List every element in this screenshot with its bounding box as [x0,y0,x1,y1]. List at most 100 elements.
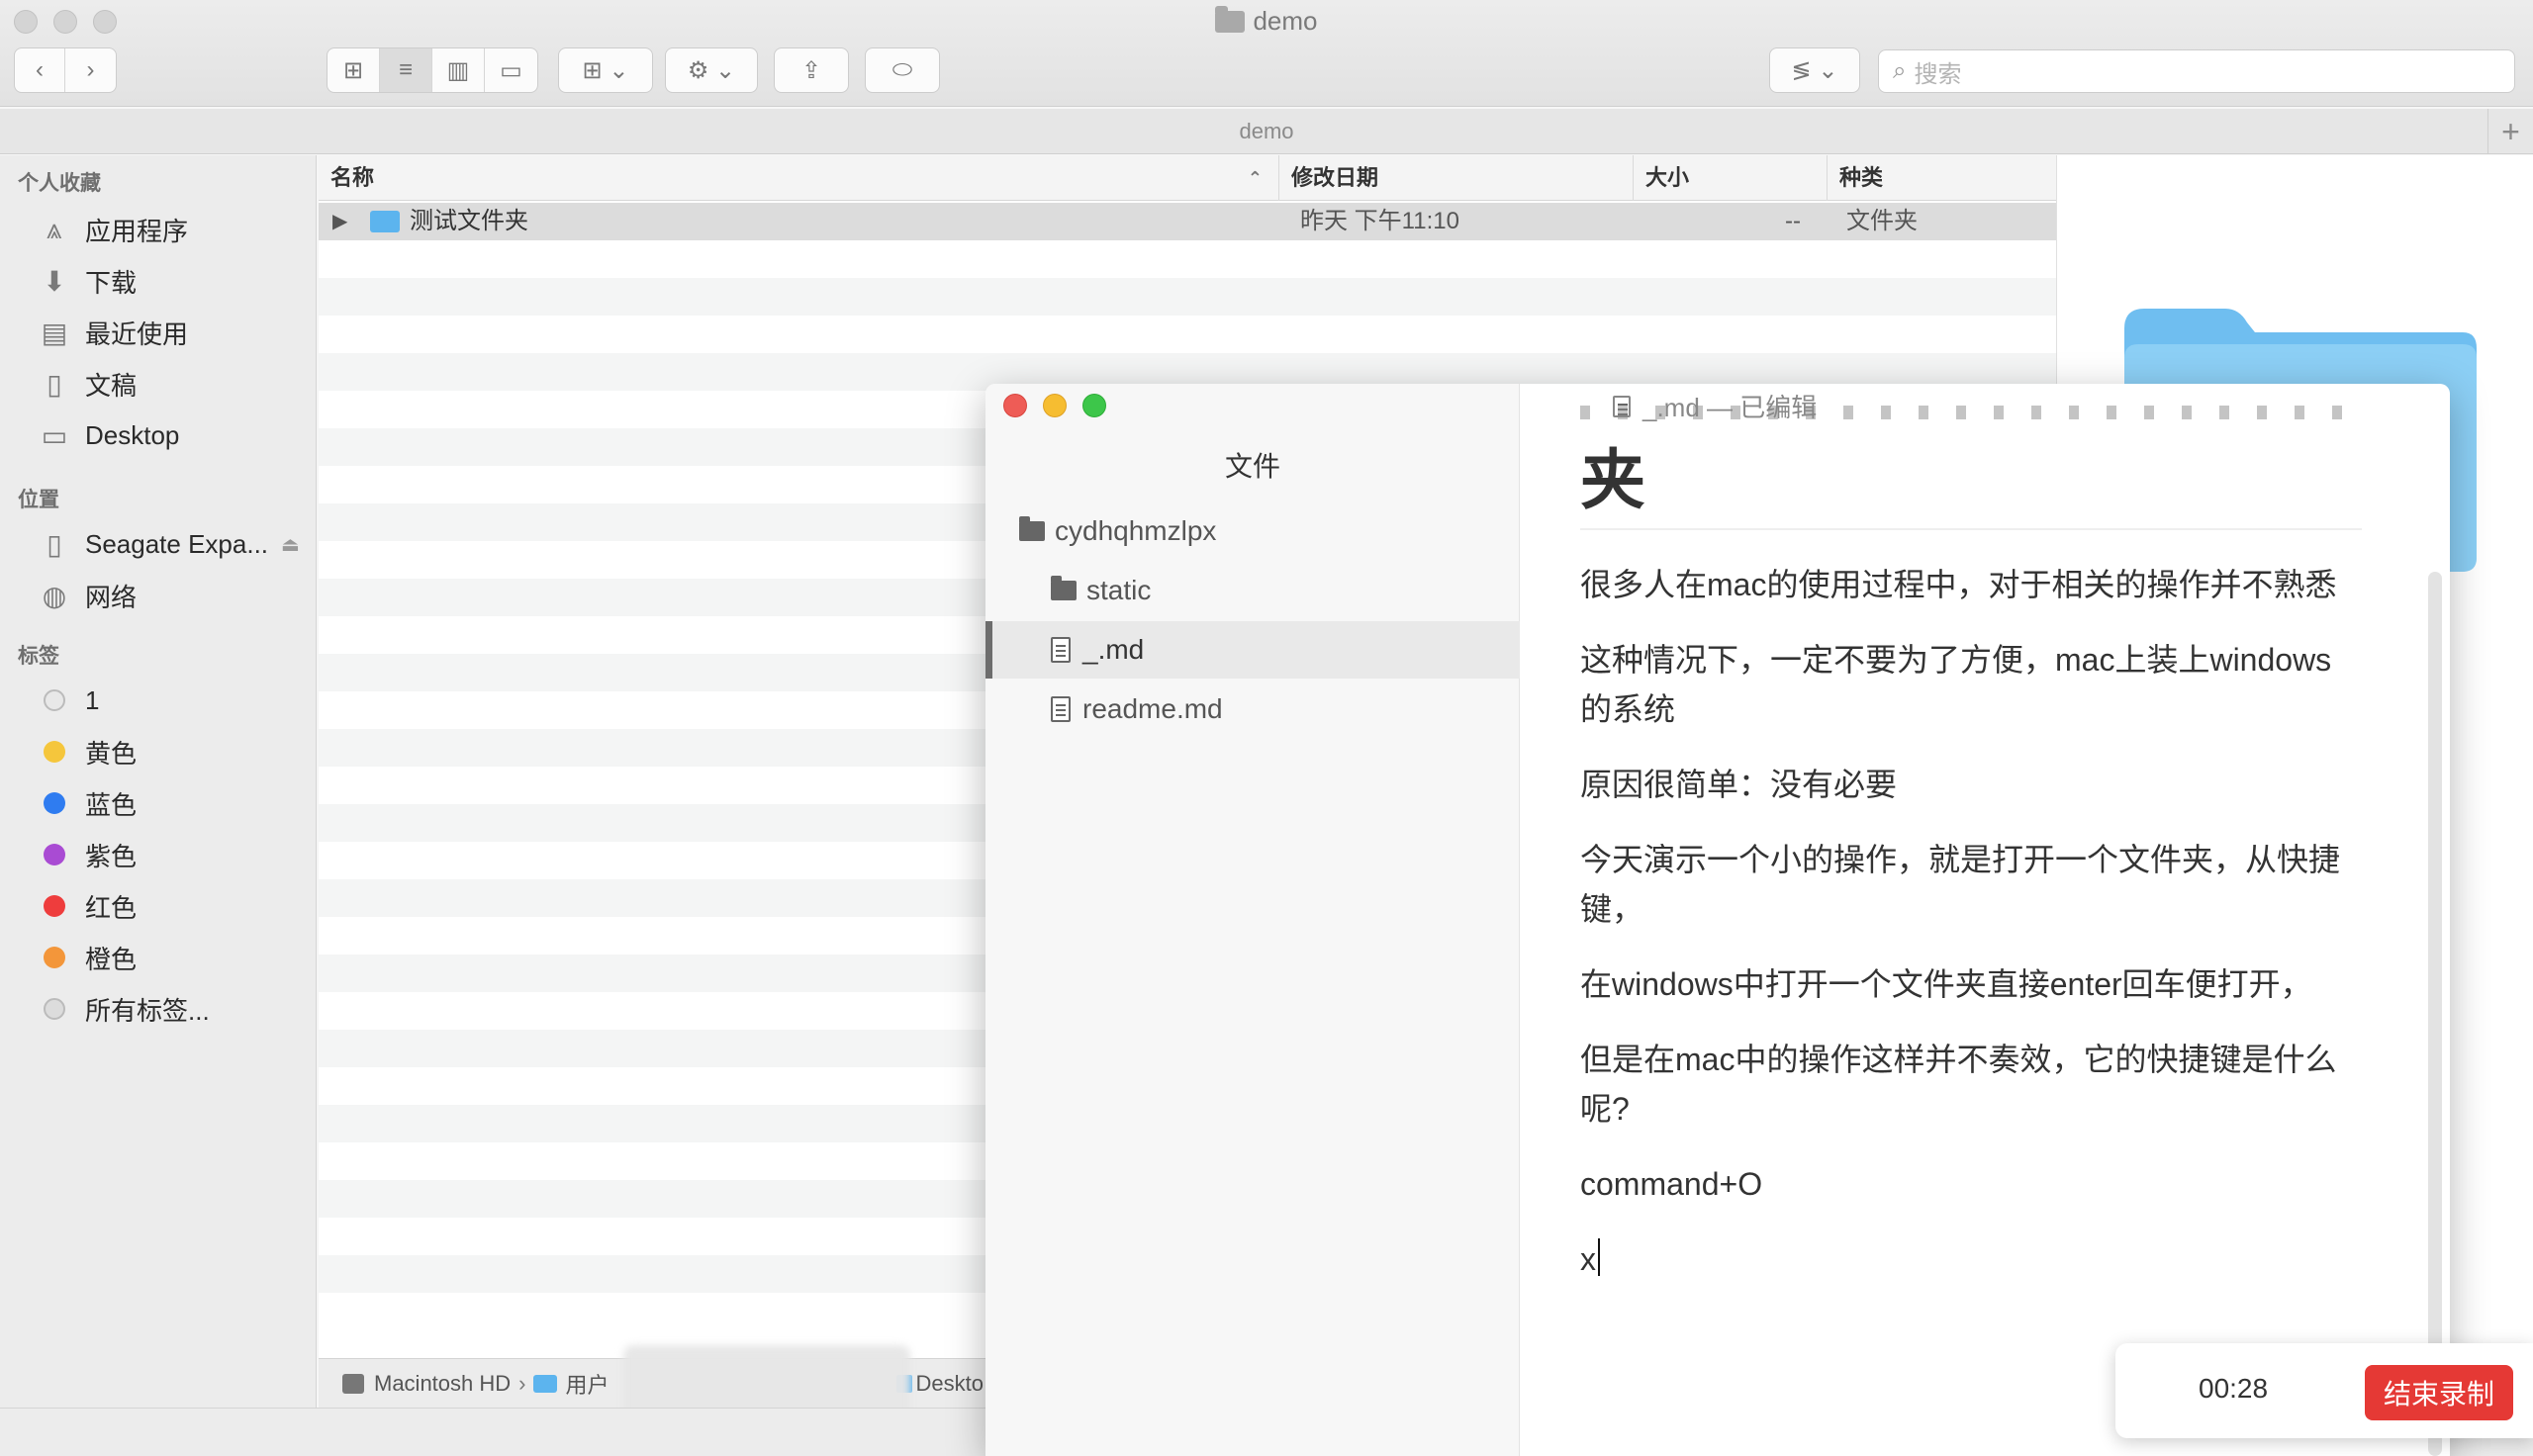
heading-overflow [1580,406,2362,419]
action-button[interactable]: ⚙ ⌄ [665,47,758,93]
heading-1[interactable]: 夹 [1580,406,2362,530]
column-header-kind[interactable]: 种类 [1827,155,2056,201]
folder-icon [1215,6,1246,33]
sidebar-item-desktop[interactable]: ▭ Desktop [0,412,317,458]
path-users[interactable]: 用户 [565,1368,609,1400]
path-disk[interactable]: Macintosh HD [374,1371,511,1397]
tags-header: 标签 [18,645,59,668]
sort-ascending-icon: ⌃ [1247,168,1263,188]
typora-window: 文件 cydhqhmzlpx static _.md readme.md _.m… [985,384,2450,1456]
new-tab-button[interactable]: + [2487,109,2533,154]
paragraph[interactable]: 这种情况下，一定不要为了方便，mac上装上windows的系统 [1580,635,2362,734]
tag-button[interactable]: ⬭ [865,47,940,93]
sidebar-item-seagate[interactable]: ▯ Seagate Expa... ⏏ [0,521,317,567]
tag-dot-icon [44,895,65,917]
minimize-button[interactable] [1043,394,1067,417]
document-icon [1051,637,1071,663]
paragraph-current[interactable]: x [1580,1234,2362,1284]
desktop-icon: ▭ [41,419,68,451]
group-button[interactable]: ⊞ ⌄ [558,47,653,93]
file-size: -- [1785,208,1801,234]
paragraph[interactable]: 但是在mac中的操作这样并不奏效，它的快捷键是什么呢? [1580,1035,2362,1134]
paragraph[interactable]: 很多人在mac的使用过程中，对于相关的操作并不熟悉 [1580,560,2362,609]
window-title: demo [0,6,2533,37]
sidebar-item-network[interactable]: ◍ 网络 [0,573,317,618]
chevron-right-icon: › [86,56,95,83]
column-view-button[interactable]: ▥ [432,48,485,92]
tag-dot-icon [44,792,65,814]
tree-file-md[interactable]: _.md [985,621,1520,679]
gallery-icon: ▭ [500,56,522,84]
grid-icon: ⊞ [342,56,364,84]
paragraph[interactable]: 原因很简单：没有必要 [1580,760,2362,809]
connect-button[interactable]: ≶ ⌄ [1769,47,1860,93]
share-button[interactable]: ⇪ [774,47,849,93]
finder-sidebar: 个人收藏 ⩓ 应用程序 ⬇ 下载 ▤ 最近使用 ▯ 文稿 ▭ Desktop 位置 ▯ Se… [0,155,317,1408]
empty-row [319,316,2056,353]
search-placeholder: 搜索 [1914,60,1962,88]
recents-icon: ▤ [41,317,68,348]
file-name: 测试文件夹 [410,208,528,234]
sidebar-item-applications[interactable]: ⩓ 应用程序 [0,207,317,252]
back-button[interactable]: ‹ [15,48,66,92]
paragraph[interactable]: command+O [1580,1159,2362,1209]
column-header-date[interactable]: 修改日期 [1278,155,1633,201]
sidebar-item-recents[interactable]: ▤ 最近使用 [0,310,317,355]
hard-drive-icon [342,1373,364,1394]
folder-icon [1019,516,1045,541]
forward-button[interactable]: › [65,48,116,92]
chevron-left-icon: ‹ [36,56,44,83]
documents-icon: ▯ [47,368,62,400]
applications-icon: ⩓ [47,213,62,244]
empty-row [319,278,2056,316]
sidebar-tag-blue[interactable]: 蓝色 [0,780,317,826]
paragraph[interactable]: 今天演示一个小的操作，就是打开一个文件夹，从快捷键， [1580,835,2362,934]
sidebar-all-tags[interactable]: 所有标签... [0,986,317,1032]
sidebar-tag-purple[interactable]: 紫色 [0,832,317,877]
empty-row [319,240,2056,278]
sidebar-tag-orange[interactable]: 橙色 [0,935,317,980]
sidebar-item-documents[interactable]: ▯ 文稿 [0,361,317,407]
files-panel-title: 文件 [1224,451,1280,482]
share-icon: ⇪ [800,56,822,84]
search-input[interactable]: ⌕ 搜索 [1878,49,2515,93]
gallery-view-button[interactable]: ▭ [485,48,537,92]
tree-folder-static[interactable]: static [985,562,1520,619]
disclosure-triangle-icon[interactable]: ▶ [332,203,347,240]
file-kind: 文件夹 [1846,208,1918,234]
close-button[interactable] [1003,394,1027,417]
tree-file-readme[interactable]: readme.md [985,681,1520,738]
sidebar-tag-yellow[interactable]: 黄色 [0,729,317,774]
favorites-header: 个人收藏 [18,172,101,195]
tag-dot-icon [44,947,65,968]
editor-scrollbar[interactable] [2428,572,2442,1456]
zoom-button[interactable] [1082,394,1106,417]
column-header-name[interactable]: 名称 ⌃ [319,155,1278,201]
icon-view-button[interactable]: ⊞ [328,48,380,92]
path-separator-icon: › [518,1370,526,1396]
gear-icon: ⚙ ⌄ [687,56,736,84]
text-cursor [1598,1238,1600,1276]
finder-toolbar: demo ‹ › ⊞ ≡ ▥ ▭ ⊞ ⌄ ⚙ ⌄ ⇪ ⬭ ≶ ⌄ ⌕ 搜索 [0,0,2533,107]
list-view-button[interactable]: ≡ [380,48,432,92]
columns-icon: ▥ [446,56,470,84]
file-date: 昨天 下午11:10 [1300,208,1459,234]
network-icon: ◍ [42,580,67,611]
search-icon: ⌕ [1893,57,1907,84]
path-desktop[interactable]: Deskto [916,1371,984,1397]
screen-recorder-widget: 00:28 结束录制 [2115,1343,2533,1438]
table-row[interactable]: ▶ 测试文件夹 昨天 下午11:10 -- 文件夹 [319,203,2056,240]
tag-dot-icon [44,689,65,711]
column-header-size[interactable]: 大小 [1633,155,1827,201]
tag-dot-icon [44,844,65,865]
sidebar-tag-1[interactable]: 1 [0,678,317,723]
paragraph[interactable]: 在windows中打开一个文件夹直接enter回车便打开， [1580,959,2362,1009]
tree-folder-root[interactable]: cydhqhmzlpx [985,502,1520,560]
tag-icon: ⬭ [891,56,913,83]
user-folder-icon [533,1374,558,1393]
stop-recording-button[interactable]: 结束录制 [2365,1365,2513,1420]
eject-icon[interactable]: ⏏ [281,532,300,557]
sidebar-tag-red[interactable]: 红色 [0,883,317,929]
sidebar-item-downloads[interactable]: ⬇ 下载 [0,258,317,304]
external-drive-icon: ▯ [47,528,62,560]
